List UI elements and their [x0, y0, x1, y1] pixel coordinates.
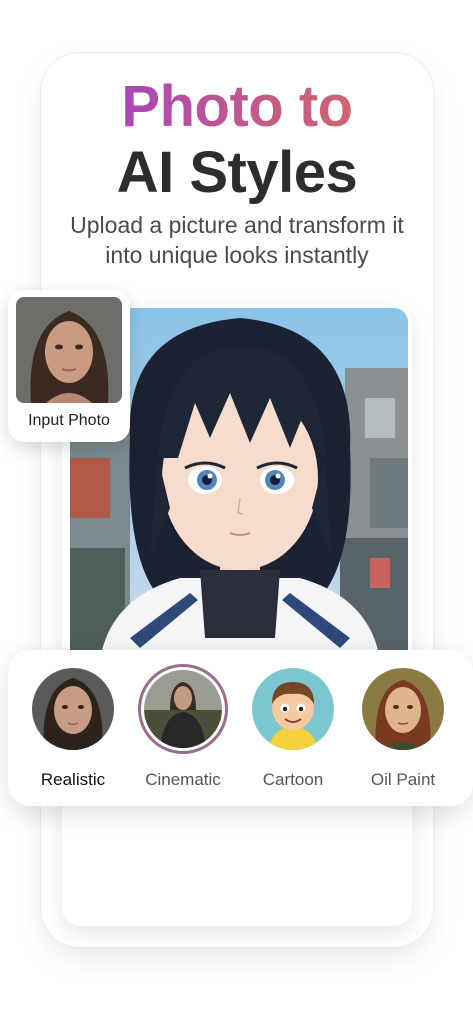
style-option-cinematic[interactable]: Cinematic: [128, 664, 238, 798]
style-option-realistic[interactable]: Realistic: [18, 668, 128, 798]
style-label-cartoon: Cartoon: [262, 770, 324, 789]
title-line-2: AI Styles: [116, 140, 358, 205]
style-label-cinematic: Cinematic: [145, 770, 221, 789]
style-label-realistic: Realistic: [40, 770, 106, 789]
style-label-oil-paint: Oil Paint: [370, 770, 436, 789]
realistic-thumbnail: [32, 668, 114, 750]
title-line-1: Photo to: [40, 76, 434, 138]
style-option-cartoon[interactable]: Cartoon: [238, 668, 348, 798]
style-option-oil-paint[interactable]: Oil Paint: [348, 668, 458, 798]
subtitle: Upload a picture and transform it into u…: [70, 212, 404, 268]
cinematic-thumbnail: [138, 664, 228, 754]
oil-paint-thumbnail: [362, 668, 444, 750]
input-photo-card[interactable]: Input Photo: [8, 290, 130, 442]
input-photo-image: [16, 297, 122, 403]
cartoon-thumbnail: [252, 668, 334, 750]
style-selector-panel: Realistic Cinematic Cartoon Oil Paint: [8, 650, 473, 806]
input-photo-label: Input Photo: [28, 412, 110, 429]
